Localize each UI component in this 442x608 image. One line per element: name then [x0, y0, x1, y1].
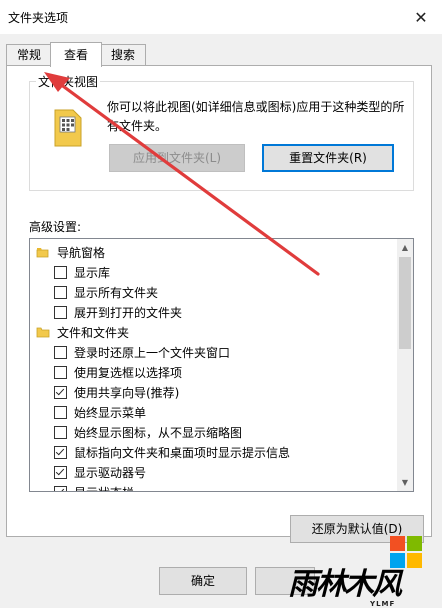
list-item[interactable]: 显示库: [30, 262, 413, 282]
checkbox[interactable]: [54, 265, 67, 279]
option-label: 显示状态栏: [74, 484, 134, 492]
close-icon[interactable]: ✕: [400, 0, 442, 34]
ok-button[interactable]: 确定: [159, 567, 247, 595]
list-category: 文件和文件夹: [30, 322, 402, 342]
list-item[interactable]: 展开到打开的文件夹: [30, 302, 413, 322]
tab-view[interactable]: 查看: [50, 42, 102, 67]
checkbox[interactable]: [54, 365, 67, 379]
checkbox[interactable]: [54, 345, 67, 359]
navigation-pane-icon: [36, 248, 49, 258]
list-item[interactable]: 始终显示图标，从不显示缩略图: [30, 422, 413, 442]
folder-icon: [36, 327, 50, 338]
view-tab-panel: 文件夹视图 你可以将此视图(如详细信息或图标)应用于这种类型的所有文件夹。 应用…: [6, 65, 432, 543]
watermark-subtext: YLMF: [370, 600, 396, 608]
reset-folders-button[interactable]: 重置文件夹(R): [262, 144, 394, 172]
scroll-up-icon[interactable]: ▲: [397, 239, 413, 256]
tab-search[interactable]: 搜索: [100, 44, 146, 66]
option-label: 显示驱动器号: [74, 465, 147, 480]
checkbox[interactable]: [54, 285, 67, 299]
checkbox[interactable]: [54, 305, 67, 319]
option-label: 使用共享向导(推荐): [74, 385, 180, 400]
checkbox[interactable]: [54, 385, 67, 399]
list-item[interactable]: 鼠标指向文件夹和桌面项时显示提示信息: [30, 442, 413, 462]
option-label: 显示库: [74, 265, 111, 280]
scroll-down-icon[interactable]: ▼: [397, 474, 413, 491]
category-label: 导航窗格: [57, 245, 106, 260]
checkbox[interactable]: [54, 425, 67, 439]
option-label: 始终显示菜单: [74, 405, 147, 420]
checkbox[interactable]: [54, 485, 67, 491]
list-item[interactable]: 使用共享向导(推荐): [30, 382, 413, 402]
list-item[interactable]: 显示所有文件夹: [30, 282, 413, 302]
list-item[interactable]: 显示驱动器号: [30, 462, 413, 482]
title-bar: 文件夹选项 ✕: [0, 0, 442, 34]
list-item[interactable]: 使用复选框以选择项: [30, 362, 413, 382]
list-item[interactable]: 显示状态栏: [30, 482, 413, 492]
scroll-thumb[interactable]: [399, 257, 411, 349]
vertical-scrollbar[interactable]: ▲ ▼: [397, 239, 413, 491]
advanced-settings-label: 高级设置:: [29, 220, 82, 234]
advanced-settings-list[interactable]: 导航窗格 显示库 显示所有文件夹 展开到打开的文件夹 文件和文件夹 登录时还原上…: [29, 238, 414, 492]
watermark-logo: 雨林木风 YLMF: [282, 534, 442, 608]
list-category: 导航窗格: [30, 242, 402, 262]
apply-to-folders-button[interactable]: 应用到文件夹(L): [109, 144, 245, 172]
checkbox[interactable]: [54, 465, 67, 479]
option-label: 使用复选框以选择项: [74, 365, 183, 380]
tab-general[interactable]: 常规: [6, 44, 52, 66]
option-label: 登录时还原上一个文件夹窗口: [74, 345, 231, 360]
watermark-text: 雨林木风: [288, 567, 402, 602]
folder-views-description: 你可以将此视图(如详细信息或图标)应用于这种类型的所有文件夹。: [107, 100, 405, 133]
folder-view-icon: [54, 109, 82, 147]
window-title: 文件夹选项: [8, 11, 69, 25]
list-item[interactable]: 登录时还原上一个文件夹窗口: [30, 342, 413, 362]
checkbox[interactable]: [54, 445, 67, 459]
list-item[interactable]: 始终显示菜单: [30, 402, 413, 422]
option-label: 始终显示图标，从不显示缩略图: [74, 425, 243, 440]
option-label: 显示所有文件夹: [74, 285, 159, 300]
option-label: 展开到打开的文件夹: [74, 305, 183, 320]
folder-views-group: 文件夹视图 你可以将此视图(如详细信息或图标)应用于这种类型的所有文件夹。 应用…: [29, 73, 414, 191]
folder-views-label: 文件夹视图: [36, 73, 101, 90]
windows-logo-icon: [390, 536, 422, 568]
category-label: 文件和文件夹: [57, 325, 130, 340]
option-label: 鼠标指向文件夹和桌面项时显示提示信息: [74, 445, 291, 460]
checkbox[interactable]: [54, 405, 67, 419]
